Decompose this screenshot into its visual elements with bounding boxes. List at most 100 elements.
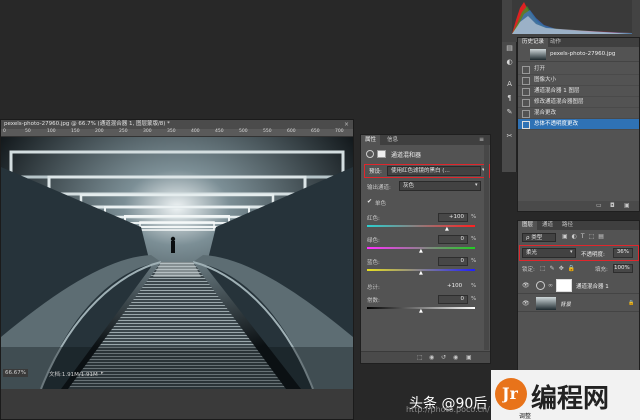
- watermark-url: http://photo.poco.cn/: [406, 405, 490, 414]
- view-previous-icon[interactable]: ◉: [429, 354, 434, 361]
- history-item[interactable]: 图像大小: [518, 75, 639, 86]
- histogram-panel: [502, 0, 640, 42]
- history-tab-bar: 历史记录 动作: [518, 38, 639, 47]
- constant-value-input[interactable]: 0: [438, 295, 468, 304]
- constant-slider-handle[interactable]: ▲: [419, 308, 423, 314]
- green-value-input[interactable]: 0: [438, 235, 468, 244]
- history-item-label: 图像大小: [534, 77, 557, 83]
- trash-icon[interactable]: ▣: [466, 354, 472, 361]
- preset-dropdown[interactable]: 使用红色滤镜的黑白 (…: [387, 166, 481, 176]
- layer-thumbnail: [536, 297, 556, 310]
- chevron-down-icon[interactable]: ▾: [475, 182, 478, 188]
- history-panel-icon[interactable]: ▤: [505, 44, 514, 53]
- constant-percent: %: [471, 296, 477, 302]
- document-size-status: 文档:1.91M/1.91M: [49, 372, 98, 378]
- eye-icon[interactable]: 👁: [522, 300, 530, 307]
- document-tab-title[interactable]: pexels-photo-27960.jpg @ 66.7% (通道混合器 1,…: [1, 120, 353, 129]
- trash-icon[interactable]: ▣: [624, 202, 630, 209]
- character-panel-icon[interactable]: A: [505, 80, 514, 89]
- layer-name[interactable]: 背景: [560, 300, 571, 308]
- blend-mode-dropdown[interactable]: 柔光: [522, 248, 576, 258]
- fill-input[interactable]: 100%: [613, 264, 633, 273]
- visibility-icon[interactable]: ◉: [453, 354, 458, 361]
- opacity-label: 不透明度:: [581, 252, 605, 258]
- ruler-tick: 50: [25, 129, 31, 134]
- history-item[interactable]: 打开: [518, 64, 639, 75]
- layer-kind-filter[interactable]: ρ 类型: [522, 233, 556, 242]
- ruler-tick: 450: [215, 129, 224, 134]
- ruler-tick: 400: [191, 129, 200, 134]
- history-state-icon: [522, 77, 530, 85]
- monochrome-label: 单色: [375, 201, 387, 207]
- history-bottom-toolbar: ▭ ◘ ▣: [518, 201, 639, 211]
- red-slider-track[interactable]: [367, 225, 475, 227]
- tab-history[interactable]: 历史记录: [518, 38, 549, 47]
- tab-properties[interactable]: 属性: [361, 135, 381, 145]
- tab-channels[interactable]: 通道: [538, 221, 557, 230]
- constant-label: 常数:: [367, 298, 380, 304]
- red-percent: %: [471, 214, 477, 220]
- layer-row-background[interactable]: 👁 背景 🔒: [518, 295, 639, 312]
- tab-actions[interactable]: 动作: [546, 38, 565, 47]
- red-slider-handle[interactable]: ▲: [445, 226, 449, 232]
- tab-info[interactable]: 信息: [383, 135, 402, 145]
- logo-text: 编程网: [531, 384, 610, 414]
- zoom-level[interactable]: 66.67%: [3, 369, 28, 377]
- tab-paths[interactable]: 路径: [558, 221, 577, 230]
- history-item-label: 打开: [534, 66, 546, 72]
- chevron-down-icon[interactable]: ▾: [570, 249, 573, 255]
- mask-icon[interactable]: [377, 150, 386, 158]
- reset-icon[interactable]: ↺: [441, 354, 446, 361]
- document-window[interactable]: pexels-photo-27960.jpg @ 66.7% (通道混合器 1,…: [0, 119, 354, 420]
- history-item[interactable]: 混合更改: [518, 108, 639, 119]
- close-tab-icon[interactable]: ×: [344, 121, 351, 128]
- ruler-tick: 600: [287, 129, 296, 134]
- history-snapshot-row[interactable]: pexels-photo-27960.jpg: [518, 47, 639, 62]
- paragraph-panel-icon[interactable]: ¶: [505, 94, 514, 103]
- history-item[interactable]: 通道混合器 1 图层: [518, 86, 639, 97]
- history-item[interactable]: 修改通道混合器图层: [518, 97, 639, 108]
- ruler-tick: 350: [167, 129, 176, 134]
- clip-to-layer-icon[interactable]: ⬚: [417, 354, 423, 361]
- history-item-selected[interactable]: 总体不透明度更改: [518, 119, 639, 130]
- filter-icons[interactable]: ▣◐T⬚▤: [562, 233, 608, 240]
- blue-slider-handle[interactable]: ▲: [419, 270, 423, 276]
- history-state-icon: [522, 110, 530, 118]
- brush-panel-icon[interactable]: ✎: [505, 108, 514, 117]
- camera-icon[interactable]: ◘: [610, 202, 615, 209]
- green-slider-handle[interactable]: ▲: [419, 248, 423, 254]
- tab-layers[interactable]: 图层: [518, 221, 538, 230]
- blue-value-input[interactable]: 0: [438, 257, 468, 266]
- new-document-icon[interactable]: ▭: [596, 202, 602, 209]
- history-state-icon: [522, 99, 530, 107]
- blue-label: 蓝色:: [367, 260, 380, 266]
- ruler-tick: 500: [239, 129, 248, 134]
- lock-icons[interactable]: ⬚✎✥🔒: [540, 265, 579, 272]
- green-percent: %: [471, 236, 477, 242]
- output-channel-dropdown[interactable]: 灰色: [399, 181, 481, 191]
- layer-row-adjustment[interactable]: 👁 ∞ 通道混合器 1: [518, 277, 639, 294]
- adjustments-icon[interactable]: ◐: [505, 58, 514, 67]
- layer-name[interactable]: 通道混合器 1: [576, 282, 609, 290]
- tool-presets-icon[interactable]: ✂: [505, 132, 514, 141]
- eye-icon[interactable]: 👁: [522, 282, 530, 289]
- ruler-tick: 650: [311, 129, 320, 134]
- total-label: 总计:: [367, 285, 380, 291]
- lock-label: 锁定:: [522, 267, 535, 273]
- histogram-graph: [512, 0, 632, 34]
- escalator-photo: [1, 137, 353, 389]
- chain-icon[interactable]: ∞: [548, 282, 553, 289]
- red-label: 红色:: [367, 216, 380, 222]
- canvas-photo[interactable]: [1, 137, 353, 389]
- status-arrow-icon[interactable]: ▸: [101, 370, 104, 376]
- panel-menu-icon[interactable]: ≡: [479, 136, 484, 143]
- properties-panel: 属性 信息 ≡ 通道混和器 预设: 使用红色滤镜的黑白 (… ▾ 输出通道: 灰…: [360, 134, 491, 364]
- history-state-icon: [522, 88, 530, 96]
- properties-bottom-toolbar: ⬚ ◉ ↺ ◉ ▣: [361, 351, 490, 363]
- opacity-input[interactable]: 36%: [613, 248, 633, 258]
- monochrome-checkbox[interactable]: ✔: [367, 198, 372, 205]
- red-value-input[interactable]: +100: [438, 213, 468, 222]
- panel-scrollbar[interactable]: [484, 145, 489, 350]
- layer-mask-thumbnail[interactable]: [556, 279, 572, 292]
- history-item-label: 混合更改: [534, 110, 557, 116]
